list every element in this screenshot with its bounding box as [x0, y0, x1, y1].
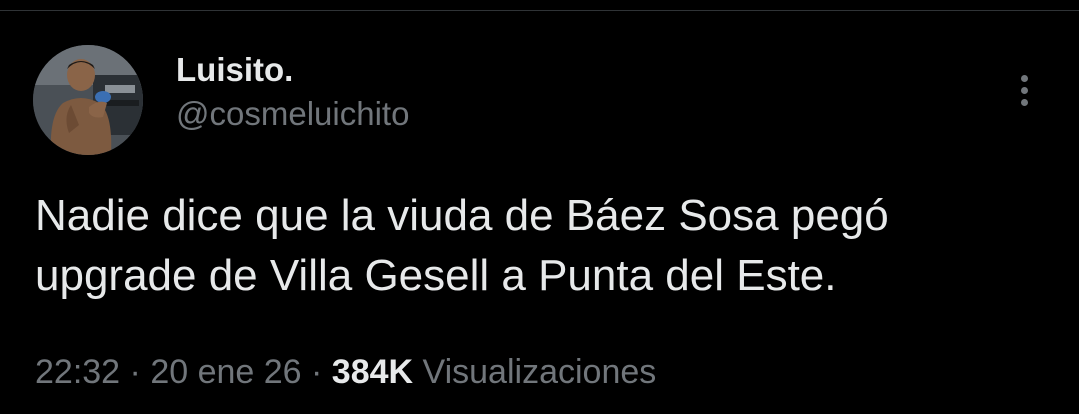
meta-separator: ·	[301, 353, 332, 391]
more-options-icon	[1020, 72, 1028, 108]
author-display-name[interactable]: Luisito.	[176, 48, 409, 92]
views-count[interactable]: 384K	[332, 353, 413, 391]
views-label[interactable]: Visualizaciones	[423, 353, 657, 391]
tweet-text: Nadie dice que la viuda de Báez Sosa peg…	[35, 191, 889, 300]
views-spacer	[413, 353, 422, 391]
avatar-photo	[33, 45, 143, 155]
tweet-card: Luisito. @cosmeluichito Nadie dice que l…	[0, 0, 1079, 414]
avatar[interactable]	[33, 45, 143, 155]
tweet-date[interactable]: 20 ene 26	[150, 353, 301, 391]
tweet-metadata: 22:32 · 20 ene 26 · 384K Visualizaciones	[35, 350, 656, 394]
more-options-button[interactable]	[1004, 66, 1044, 114]
meta-separator: ·	[120, 353, 151, 391]
author-block: Luisito. @cosmeluichito	[176, 48, 409, 136]
tweet-time[interactable]: 22:32	[35, 353, 120, 391]
author-handle[interactable]: @cosmeluichito	[176, 92, 409, 136]
